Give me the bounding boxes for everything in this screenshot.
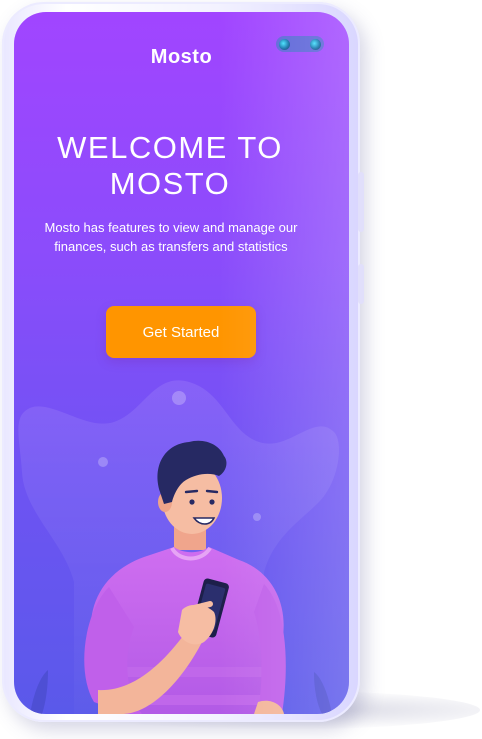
eye bbox=[189, 499, 195, 505]
eyebrow bbox=[184, 489, 199, 494]
power-button bbox=[358, 264, 364, 304]
person-with-phone-illustration bbox=[18, 380, 339, 714]
welcome-title-line-1: WELCOME TO bbox=[57, 130, 283, 165]
bubble bbox=[172, 391, 186, 405]
eyebrow bbox=[205, 489, 219, 494]
leaf-right bbox=[314, 672, 332, 714]
leaf-left bbox=[30, 670, 48, 714]
device-mockup: Mosto WELCOME TO MOSTO Mosto has feature… bbox=[0, 0, 482, 739]
volume-button bbox=[358, 172, 364, 232]
welcome-screen: Mosto WELCOME TO MOSTO Mosto has feature… bbox=[14, 12, 349, 714]
app-brand: Mosto bbox=[150, 46, 213, 68]
phone-frame: Mosto WELCOME TO MOSTO Mosto has feature… bbox=[2, 2, 364, 722]
welcome-subtitle: Mosto has features to view and manage ou… bbox=[44, 220, 298, 254]
welcome-title-line-2: MOSTO bbox=[109, 166, 231, 201]
welcome-title: WELCOME TO MOSTO bbox=[14, 130, 326, 202]
get-started-button[interactable]: Get Started bbox=[106, 306, 256, 358]
bubble bbox=[98, 457, 108, 467]
finger bbox=[191, 601, 213, 611]
eye bbox=[209, 499, 215, 505]
bubble bbox=[253, 513, 261, 521]
